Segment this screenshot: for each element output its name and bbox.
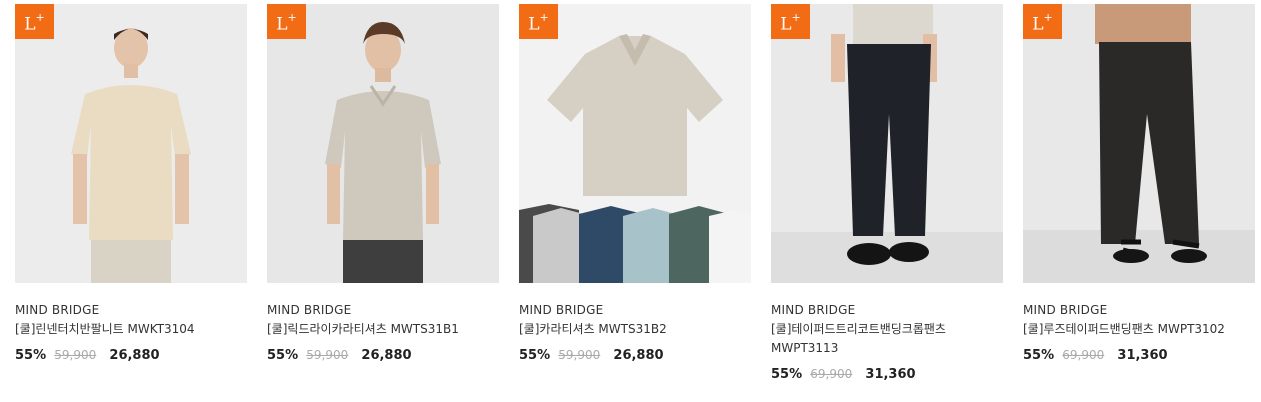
product-name[interactable]: [쿨]테이퍼드트리코트밴딩크롭팬츠 MWPT3113	[771, 320, 1003, 358]
model-loose-pants-photo	[1023, 4, 1255, 283]
sale-price: 26,880	[613, 348, 664, 363]
original-price: 59,900	[54, 348, 97, 362]
product-image[interactable]: L+	[771, 4, 1003, 283]
product-name[interactable]: [쿨]카라티셔츠 MWTS31B2	[519, 320, 751, 339]
product-image[interactable]: L+	[267, 4, 499, 283]
model-knit-photo	[15, 4, 247, 283]
l-plus-badge: L+	[519, 4, 558, 39]
product-card[interactable]: L+ MIND BRIDGE [쿨]테이퍼드트리코트밴딩크롭팬츠 MWPT311…	[771, 4, 1003, 384]
discount-rate: 55%	[267, 348, 299, 363]
product-image[interactable]: L+	[519, 4, 751, 283]
discount-rate: 55%	[519, 348, 551, 363]
l-plus-badge: L+	[15, 4, 54, 39]
original-price: 59,900	[306, 348, 349, 362]
original-price: 69,900	[810, 367, 853, 381]
product-card[interactable]: L+ MIND BRIDGE [쿨]린넨터치반팔니트 MWKT3104 55% …	[15, 4, 247, 365]
brand-name[interactable]: MIND BRIDGE	[771, 303, 1003, 318]
discount-rate: 55%	[1023, 348, 1055, 363]
sale-price: 31,360	[865, 367, 916, 382]
original-price: 59,900	[558, 348, 601, 362]
product-name[interactable]: [쿨]루즈테이퍼드밴딩팬츠 MWPT3102	[1023, 320, 1255, 339]
price-row: 55% 59,900 26,880	[267, 346, 499, 365]
price-row: 55% 59,900 26,880	[15, 346, 247, 365]
brand-name[interactable]: MIND BRIDGE	[1023, 303, 1255, 318]
price-row: 55% 69,900 31,360	[771, 365, 1003, 384]
product-image[interactable]: L+	[15, 4, 247, 283]
sale-price: 31,360	[1117, 348, 1168, 363]
product-name[interactable]: [쿨]릭드라이카라티셔츠 MWTS31B1	[267, 320, 499, 339]
sale-price: 26,880	[109, 348, 160, 363]
model-cropped-pants-photo	[771, 4, 1003, 283]
product-card[interactable]: L+ MIND BRIDGE [쿨]카라티셔츠 MWTS31B2 55% 59,…	[519, 4, 751, 365]
original-price: 69,900	[1062, 348, 1105, 362]
l-plus-badge: L+	[267, 4, 306, 39]
product-name[interactable]: [쿨]린넨터치반팔니트 MWKT3104	[15, 320, 247, 339]
discount-rate: 55%	[15, 348, 47, 363]
brand-name[interactable]: MIND BRIDGE	[15, 303, 247, 318]
price-row: 55% 69,900 31,360	[1023, 346, 1255, 365]
polo-shirt-flatlay-photo	[519, 4, 751, 283]
discount-rate: 55%	[771, 367, 803, 382]
price-row: 55% 59,900 26,880	[519, 346, 751, 365]
brand-name[interactable]: MIND BRIDGE	[267, 303, 499, 318]
l-plus-badge: L+	[1023, 4, 1062, 39]
product-card[interactable]: L+ MIND BRIDGE [쿨]루즈테이퍼드밴딩팬츠 MWPT3102 55…	[1023, 4, 1255, 365]
l-plus-badge: L+	[771, 4, 810, 39]
sale-price: 26,880	[361, 348, 412, 363]
brand-name[interactable]: MIND BRIDGE	[519, 303, 751, 318]
model-polo-photo	[267, 4, 499, 283]
product-grid: L+ MIND BRIDGE [쿨]린넨터치반팔니트 MWKT3104 55% …	[0, 0, 1261, 402]
product-image[interactable]: L+	[1023, 4, 1255, 283]
product-card[interactable]: L+ MIND BRIDGE [쿨]릭드라이카라티셔츠 MWTS31B1 55%…	[267, 4, 499, 365]
